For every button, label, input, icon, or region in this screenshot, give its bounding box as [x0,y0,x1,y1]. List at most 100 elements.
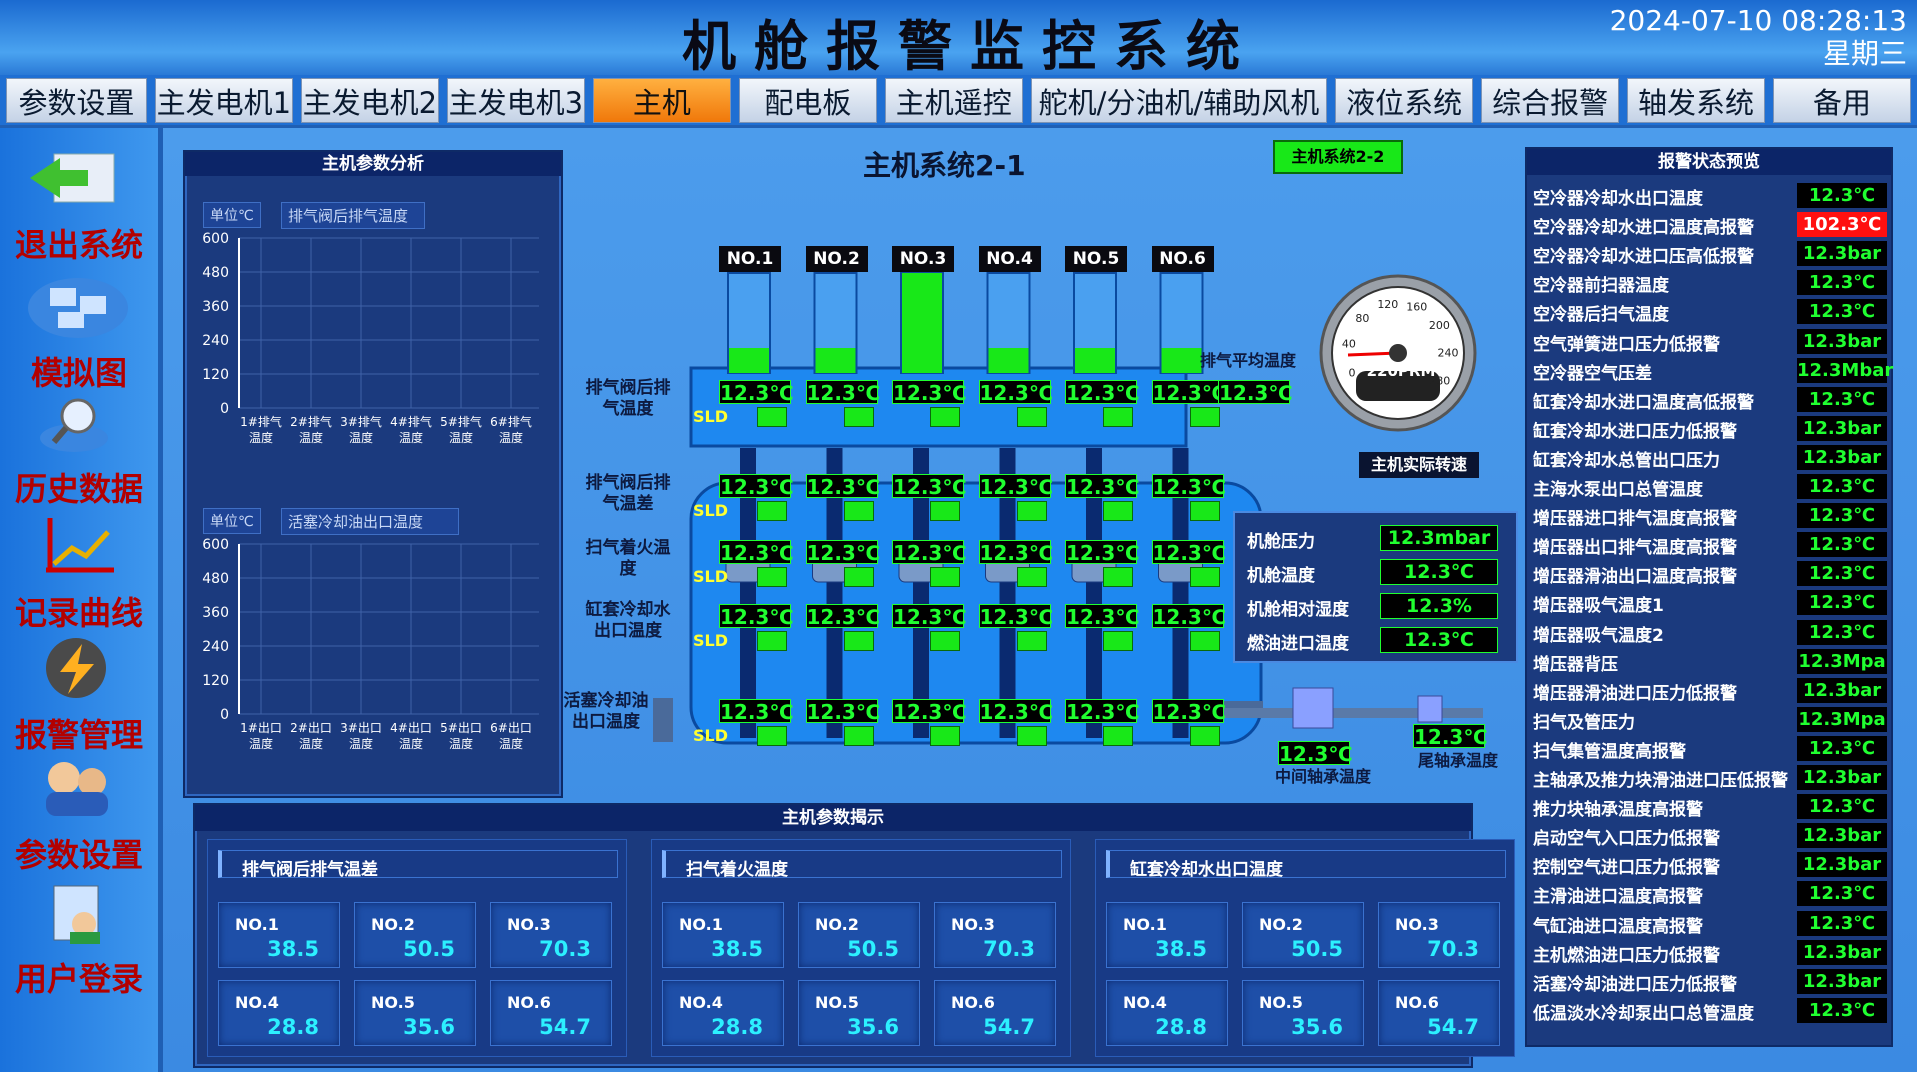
status-led [930,501,960,521]
value-card: NO.5 35.6 [1242,980,1364,1046]
status-led [930,631,960,651]
value-r2-c1: 12.3℃ [719,540,794,565]
status-led [930,567,960,587]
card-label: NO.6 [507,993,551,1012]
status-led [1016,631,1047,651]
sidebar-item-2[interactable]: 历史数据 [0,386,158,510]
value-r3-c4: 12.3℃ [978,604,1054,629]
alarm-row: 缸套冷却水进口压力低报警 12.3bar [1527,414,1895,443]
status-led [843,567,874,587]
sld-label: SLD [693,567,728,586]
cylinder-label-1: NO.1 [719,246,781,272]
tab-0[interactable]: 参数设置 [6,78,147,123]
tab-3[interactable]: 主发电机3 [446,78,585,123]
value-r1-c5: 12.3℃ [1065,474,1140,499]
alarm-label: 主机燃油进口压力低报警 [1533,945,1720,966]
value-r0-c5: 12.3℃ [1065,380,1140,405]
sld-label: SLD [693,631,728,650]
alarm-label: 气缸油进口温度高报警 [1533,916,1703,937]
alarm-value: 12.3bar [1797,823,1887,849]
alarm-value: 12.3℃ [1797,910,1887,936]
row-label: 活塞冷却油出口温度 [563,691,649,732]
sidebar-item-0[interactable]: 退出系统 [0,142,158,266]
cylinder-label-3: NO.3 [892,246,954,272]
sidebar: 退出系统模拟图 历史数据 记录曲线 报警管理 参数设置 用户登录 [0,128,158,1072]
card-value: 70.3 [1427,937,1479,961]
cylinder-label-6: NO.6 [1151,246,1214,272]
sidebar-item-3[interactable]: 记录曲线 [0,510,158,634]
alarm-value: 12.3℃ [1797,270,1887,296]
alarm-row: 增压器滑油出口温度高报警 12.3℃ [1527,559,1895,588]
tab-11[interactable]: 备用 [1773,78,1912,123]
alarm-label: 空气弹簧进口压力低报警 [1533,334,1720,355]
engine-room-row: 机舱温度 12.3℃ [1235,557,1520,587]
alarm-label: 增压器吸气温度1 [1533,596,1664,617]
status-led [757,726,787,746]
card-value: 28.8 [711,1015,763,1039]
card-value: 70.3 [539,937,591,961]
reveal-group-1: 扫气着火温度 NO.1 38.5 NO.2 50.5 NO.3 70.3 NO.4 28.8 NO… [651,839,1071,1057]
sidebar-label: 退出系统 [14,226,143,264]
gauge-tick: 160 [1406,301,1427,314]
status-led [1016,501,1047,521]
tab-6[interactable]: 主机遥控 [884,78,1023,123]
card-label: NO.3 [1395,915,1439,934]
status-led [930,726,960,746]
status-led [1189,726,1220,746]
tab-5[interactable]: 配电板 [738,78,877,123]
sidebar-item-6[interactable]: 用户登录 [0,876,158,1000]
sidebar-item-4[interactable]: 报警管理 [0,632,158,756]
card-label: NO.4 [235,993,279,1012]
tab-9[interactable]: 综合报警 [1481,78,1620,123]
gauge-tick: 240 [1437,347,1458,360]
card-value: 54.7 [1427,1015,1479,1039]
alarm-row: 主轴承及推力块滑油进口压低报警 12.3bar [1527,763,1895,792]
tab-8[interactable]: 液位系统 [1335,78,1474,123]
tab-4[interactable]: 主机 [592,78,731,123]
value-r3-c2: 12.3℃ [805,604,881,629]
alarm-row: 空气弹簧进口压力低报警 12.3bar [1527,327,1895,356]
value-card: NO.6 54.7 [1378,980,1500,1046]
sidebar-item-1[interactable]: 模拟图 [0,270,158,394]
sidebar-item-5[interactable]: 参数设置 [0,752,158,876]
value-r0-c6: 12.3℃ [1151,380,1227,405]
propeller-shaft [1223,708,1483,718]
value-r3-c6: 12.3℃ [1151,604,1227,629]
card-value: 38.5 [267,937,319,961]
alarm-label: 缸套冷却水进口温度高低报警 [1533,392,1754,413]
engine-room-row: 燃油进口温度 12.3℃ [1235,625,1520,655]
alarm-value: 12.3℃ [1797,881,1887,907]
row-label: 排气阀后排气温度 [585,378,671,419]
weekday: 星期三 [1822,37,1907,70]
avg-exhaust-label: 排气平均温度 [1199,351,1296,370]
alarm-title: 报警状态预览 [1527,149,1891,175]
card-label: NO.2 [1259,915,1303,934]
reveal-group-2: 缸套冷却水出口温度 NO.1 38.5 NO.2 50.5 NO.3 70.3 NO.4 28.… [1095,839,1515,1057]
gauge-tick: 80 [1355,312,1369,325]
alarm-label: 主滑油进口温度高报警 [1533,887,1703,908]
value-r0-c2: 12.3℃ [805,380,881,405]
engine-room-value: 12.3mbar [1380,525,1498,551]
alarm-label: 增压器背压 [1533,654,1618,675]
tab-10[interactable]: 轴发系统 [1627,78,1766,123]
alarm-row: 主机燃油进口压力低报警 12.3bar [1527,938,1895,967]
alarm-row: 活塞冷却油进口压力低报警 12.3bar [1527,967,1895,996]
alarm-value: 12.3℃ [1797,503,1887,529]
alarm-row: 空冷器前扫器温度 12.3℃ [1527,268,1895,297]
tab-2[interactable]: 主发电机2 [300,78,439,123]
alarm-value: 12.3bar [1797,241,1887,267]
alarm-row: 推力块轴承温度高报警 12.3℃ [1527,792,1895,821]
cylinder-level [729,348,769,373]
status-led [1189,407,1220,427]
card-value: 35.6 [847,1015,899,1039]
card-value: 50.5 [403,937,455,961]
tab-7[interactable]: 舵机/分油机/辅助风机 [1030,78,1328,123]
value-card: NO.4 28.8 [218,980,340,1046]
alarm-row: 主海水泵出口总管温度 12.3℃ [1527,472,1895,501]
value-r4-c6: 12.3℃ [1151,699,1227,724]
alarm-row: 增压器滑油进口压力低报警 12.3bar [1527,676,1895,705]
value-r0-c3: 12.3℃ [892,380,967,405]
alarm-label: 低温淡水冷却泵出口总管温度 [1533,1003,1754,1024]
status-led [1189,567,1220,587]
tab-1[interactable]: 主发电机1 [154,78,293,123]
